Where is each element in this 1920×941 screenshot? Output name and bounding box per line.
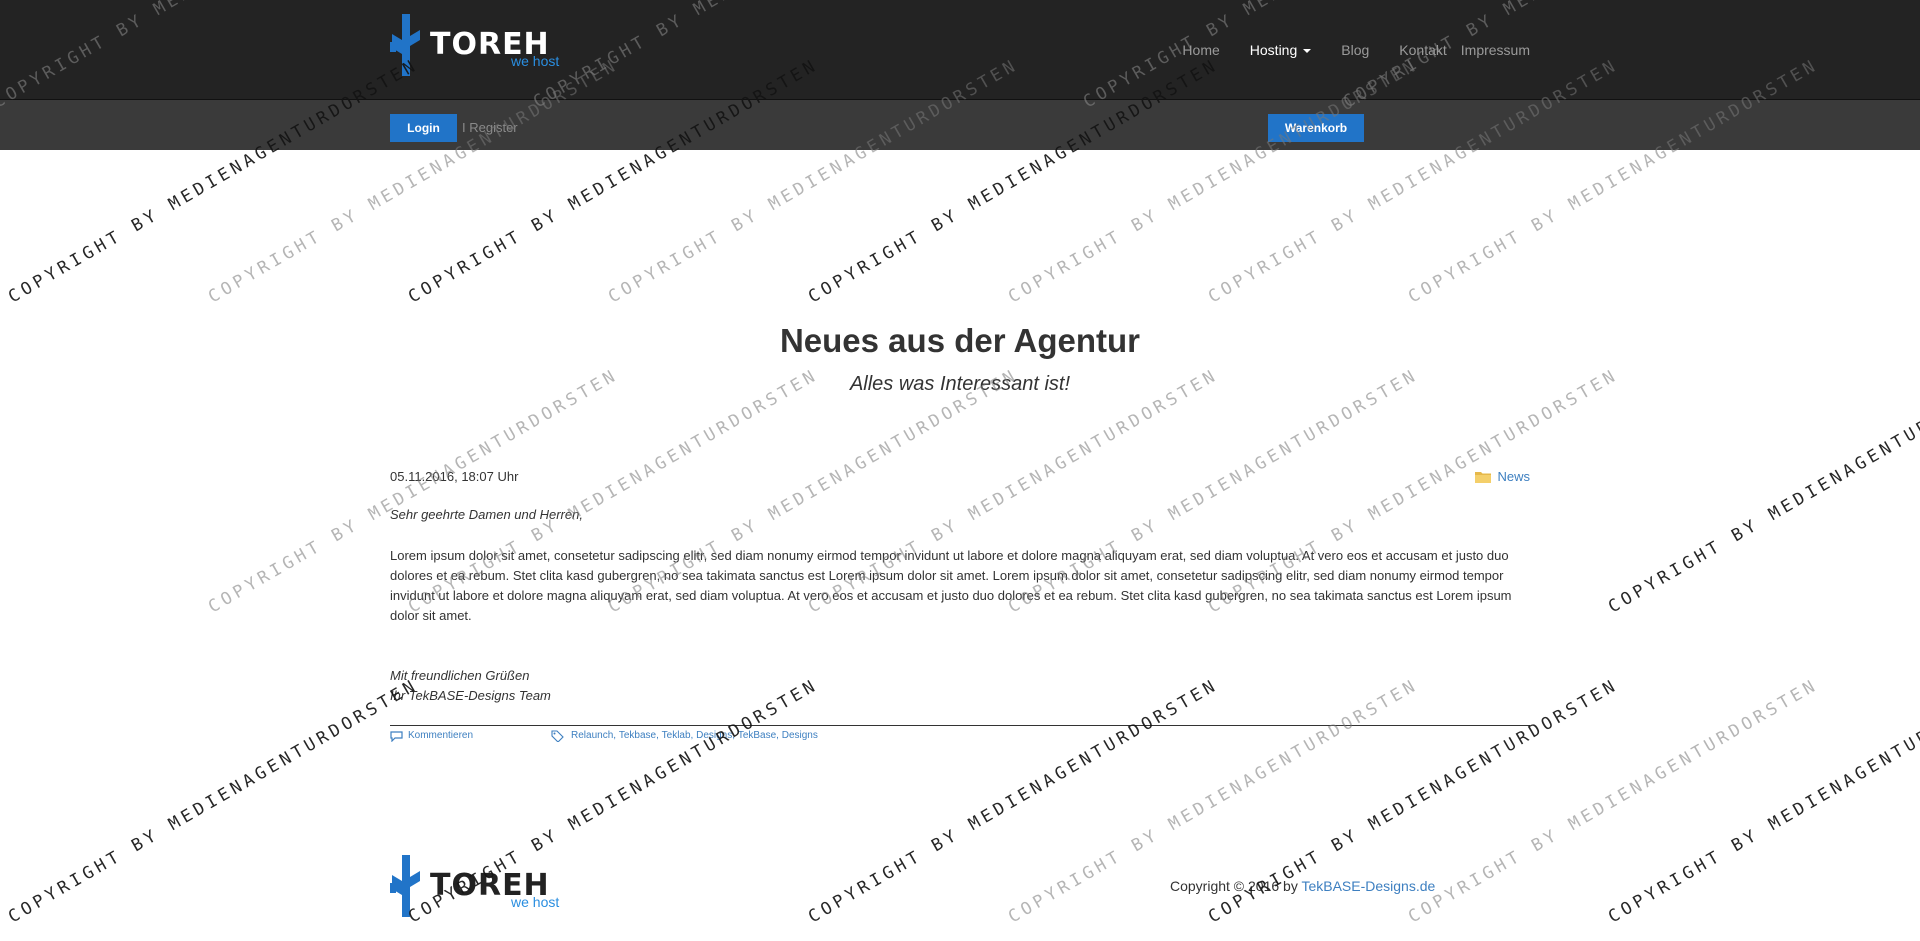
register-link[interactable]: I Register [462,120,518,136]
logo[interactable]: TOREH we host [390,14,570,76]
closing-line-2: Ihr TekBASE-Designs Team [390,688,551,703]
copyright-notice: Copyright © 2016 by TekBASE-Designs.de [1170,878,1435,894]
nav-impressum[interactable]: Impressum [1461,42,1530,58]
tag-link[interactable]: Relaunch [571,729,613,743]
post-tags: Relaunch, Tekbase, Teklab, Designs, TekB… [551,729,818,743]
closing-line-1: Mit freundlichen Grüßen [390,668,530,683]
account-bar [0,100,1920,150]
nav-home[interactable]: Home [1182,42,1219,58]
comment-link[interactable]: Kommentieren [408,729,473,743]
tag-link[interactable]: Designs [696,729,732,743]
nav-kontakt[interactable]: Kontakt [1399,42,1446,58]
watermark-text: COPYRIGHT BY MEDIENAGENTURDORSTEN [1405,675,1822,928]
post-comments: Kommentieren [390,729,473,743]
category-link[interactable]: News [1497,469,1530,485]
tag-icon [551,730,564,742]
nav-hosting-label: Hosting [1249,42,1298,58]
post-closing: Mit freundlichen Grüßen Ihr TekBASE-Desi… [390,666,551,706]
tag-link[interactable]: TekBase, Designs [738,729,818,743]
main-nav: Home Hosting Blog Kontakt Impressum [1152,42,1530,58]
login-button[interactable]: Login [390,114,457,142]
logo-mark-icon [390,14,420,76]
nav-blog[interactable]: Blog [1341,42,1369,58]
post-category: News [1475,469,1530,485]
post-greeting: Sehr geehrte Damen und Herren, [390,507,583,522]
post-date: 05.11.2016, 18:07 Uhr [390,469,519,484]
copyright-text: Copyright © 2016 by [1170,878,1302,894]
page-title: Neues aus der Agentur [779,322,1141,359]
logo-mark-icon [390,855,420,917]
comment-icon [390,730,403,742]
watermark-text: COPYRIGHT BY MEDIENAGENTURDORSTEN [1605,365,1920,618]
caret-down-icon [1303,49,1312,54]
post-divider [390,725,1530,726]
nav-hosting[interactable]: Hosting [1249,42,1312,58]
logo-tagline: we host [511,53,560,69]
folder-icon [1475,472,1492,483]
logo-tagline: we host [511,894,560,910]
watermark-text: COPYRIGHT BY MEDIENAGENTURDORSTEN [1605,675,1920,928]
top-header [0,0,1920,100]
copyright-link[interactable]: TekBASE-Designs.de [1301,878,1435,894]
watermark-text: COPYRIGHT BY MEDIENAGENTURDORSTEN [805,675,1222,928]
page-subtitle: Alles was Interessant ist! [849,373,1071,395]
post-body: Lorem ipsum dolor sit amet, consetetur s… [390,548,1512,623]
cart-button[interactable]: Warenkorb [1268,114,1364,142]
watermark-text: COPYRIGHT BY MEDIENAGENTURDORSTEN [5,675,422,928]
footer-logo[interactable]: TOREH we host [390,855,570,917]
tag-link[interactable]: Teklab [662,729,691,743]
tag-link[interactable]: Tekbase [619,729,656,743]
